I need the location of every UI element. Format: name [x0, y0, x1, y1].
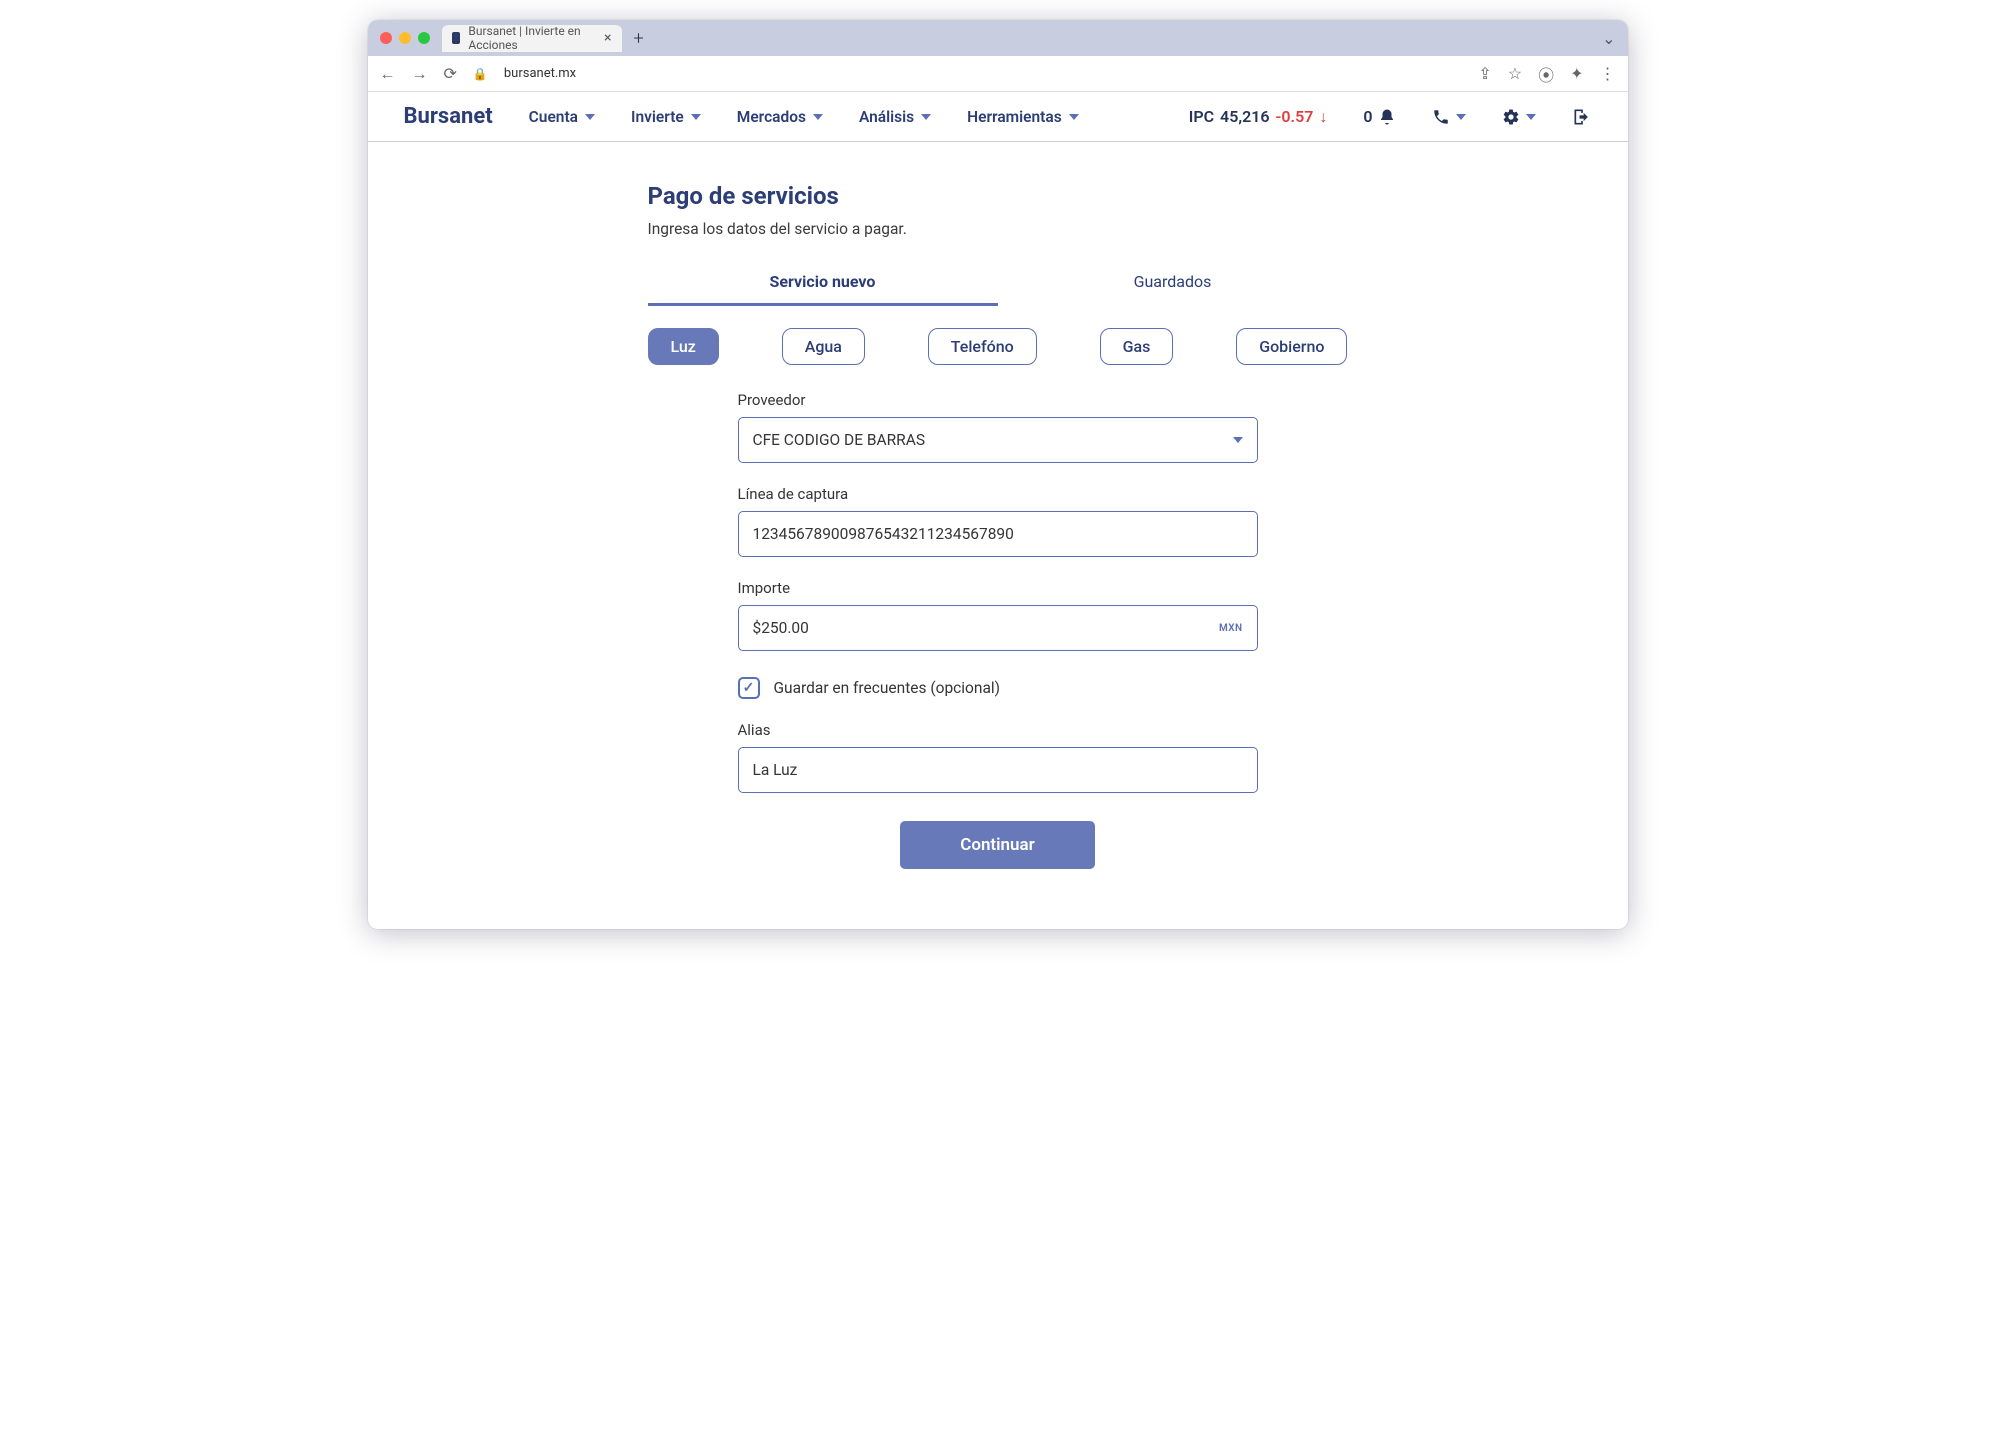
window-controls: [380, 32, 430, 44]
bell-icon: [1378, 108, 1396, 126]
settings-button[interactable]: [1502, 108, 1536, 126]
menu-icon[interactable]: ⋮: [1600, 64, 1616, 83]
category-chips: Luz Agua Telefóno Gas Gobierno: [648, 328, 1348, 365]
chevron-down-icon: [1456, 114, 1466, 120]
chip-agua[interactable]: Agua: [782, 328, 865, 365]
ticker-symbol: IPC: [1189, 107, 1214, 126]
tabs: Servicio nuevo Guardados: [648, 260, 1348, 306]
guardar-row: ✓ Guardar en frecuentes (opcional): [738, 677, 1258, 699]
chip-gas[interactable]: Gas: [1100, 328, 1174, 365]
ticker-change: -0.57: [1276, 107, 1314, 126]
logout-button[interactable]: [1572, 107, 1592, 127]
nav-invierte[interactable]: Invierte: [631, 108, 701, 126]
minimize-window-icon[interactable]: [399, 32, 411, 44]
nav-herramientas[interactable]: Herramientas: [967, 108, 1079, 126]
forward-button[interactable]: →: [412, 64, 428, 84]
back-button[interactable]: ←: [380, 64, 396, 84]
tab-servicio-nuevo[interactable]: Servicio nuevo: [648, 260, 998, 306]
tabs-overflow-icon[interactable]: ⌄: [1602, 29, 1615, 48]
currency-label: MXN: [1219, 623, 1242, 634]
guardar-label: Guardar en frecuentes (opcional): [774, 679, 1001, 697]
url-text[interactable]: bursanet.mx: [504, 66, 576, 81]
chevron-down-icon: [1069, 114, 1079, 120]
nav-mercados[interactable]: Mercados: [737, 108, 823, 126]
tab-guardados[interactable]: Guardados: [998, 260, 1348, 306]
chip-gobierno[interactable]: Gobierno: [1236, 328, 1347, 365]
close-tab-icon[interactable]: ×: [604, 30, 611, 46]
chip-luz[interactable]: Luz: [648, 328, 719, 365]
form: Proveedor CFE CODIGO DE BARRAS Línea de …: [648, 391, 1348, 869]
importe-field[interactable]: MXN: [738, 605, 1258, 651]
proveedor-value: CFE CODIGO DE BARRAS: [753, 431, 1233, 449]
linea-input[interactable]: [753, 525, 1243, 543]
address-bar-row: ← → ⟳ 🔒 bursanet.mx ⇪ ☆ ⦿ ✦ ⋮: [368, 56, 1628, 92]
linea-label: Línea de captura: [738, 485, 1258, 503]
importe-input[interactable]: [753, 619, 1220, 637]
browser-window: Bursanet | Invierte en Acciones × + ⌄ ← …: [368, 20, 1628, 929]
ticker-value: 45,216: [1220, 107, 1269, 126]
guardar-checkbox[interactable]: ✓: [738, 677, 760, 699]
chip-telefono[interactable]: Telefóno: [928, 328, 1037, 365]
chevron-down-icon: [921, 114, 931, 120]
camera-icon[interactable]: ⦿: [1538, 62, 1554, 86]
importe-label: Importe: [738, 579, 1258, 597]
maximize-window-icon[interactable]: [418, 32, 430, 44]
chevron-down-icon: [585, 114, 595, 120]
extensions-icon[interactable]: ✦: [1570, 64, 1583, 83]
continuar-button[interactable]: Continuar: [900, 821, 1095, 869]
titlebar: Bursanet | Invierte en Acciones × + ⌄: [368, 20, 1628, 56]
content: Pago de servicios Ingresa los datos del …: [368, 142, 1628, 929]
page-subtitle: Ingresa los datos del servicio a pagar.: [648, 220, 1348, 238]
favicon-icon: [452, 32, 461, 44]
arrow-down-icon: ↓: [1319, 107, 1327, 127]
reload-button[interactable]: ⟳: [444, 64, 457, 83]
alias-field[interactable]: [738, 747, 1258, 793]
chevron-down-icon: [1233, 437, 1243, 443]
linea-field[interactable]: [738, 511, 1258, 557]
gear-icon: [1502, 108, 1520, 126]
phone-button[interactable]: [1432, 108, 1466, 126]
share-icon[interactable]: ⇪: [1478, 64, 1491, 83]
browser-tab[interactable]: Bursanet | Invierte en Acciones ×: [442, 25, 622, 52]
exit-icon: [1572, 107, 1592, 127]
panel: Pago de servicios Ingresa los datos del …: [648, 182, 1348, 869]
bookmark-icon[interactable]: ☆: [1508, 64, 1522, 83]
alias-label: Alias: [738, 721, 1258, 739]
chevron-down-icon: [813, 114, 823, 120]
proveedor-select[interactable]: CFE CODIGO DE BARRAS: [738, 417, 1258, 463]
brand-logo[interactable]: Bursanet: [404, 104, 493, 129]
proveedor-label: Proveedor: [738, 391, 1258, 409]
nav-analisis[interactable]: Análisis: [859, 108, 931, 126]
tab-title: Bursanet | Invierte en Acciones: [468, 24, 590, 52]
notif-count: 0: [1363, 107, 1372, 126]
chevron-down-icon: [1526, 114, 1536, 120]
top-nav: Bursanet Cuenta Invierte Mercados Anális…: [368, 92, 1628, 142]
nav-cuenta[interactable]: Cuenta: [529, 108, 595, 126]
phone-icon: [1432, 108, 1450, 126]
ticker: IPC 45,216 -0.57 ↓: [1189, 107, 1328, 127]
alias-input[interactable]: [753, 761, 1243, 779]
chevron-down-icon: [691, 114, 701, 120]
new-tab-button[interactable]: +: [634, 28, 644, 49]
notifications-button[interactable]: 0: [1363, 107, 1395, 126]
lock-icon: 🔒: [473, 67, 488, 81]
close-window-icon[interactable]: [380, 32, 392, 44]
page-title: Pago de servicios: [648, 182, 1348, 210]
